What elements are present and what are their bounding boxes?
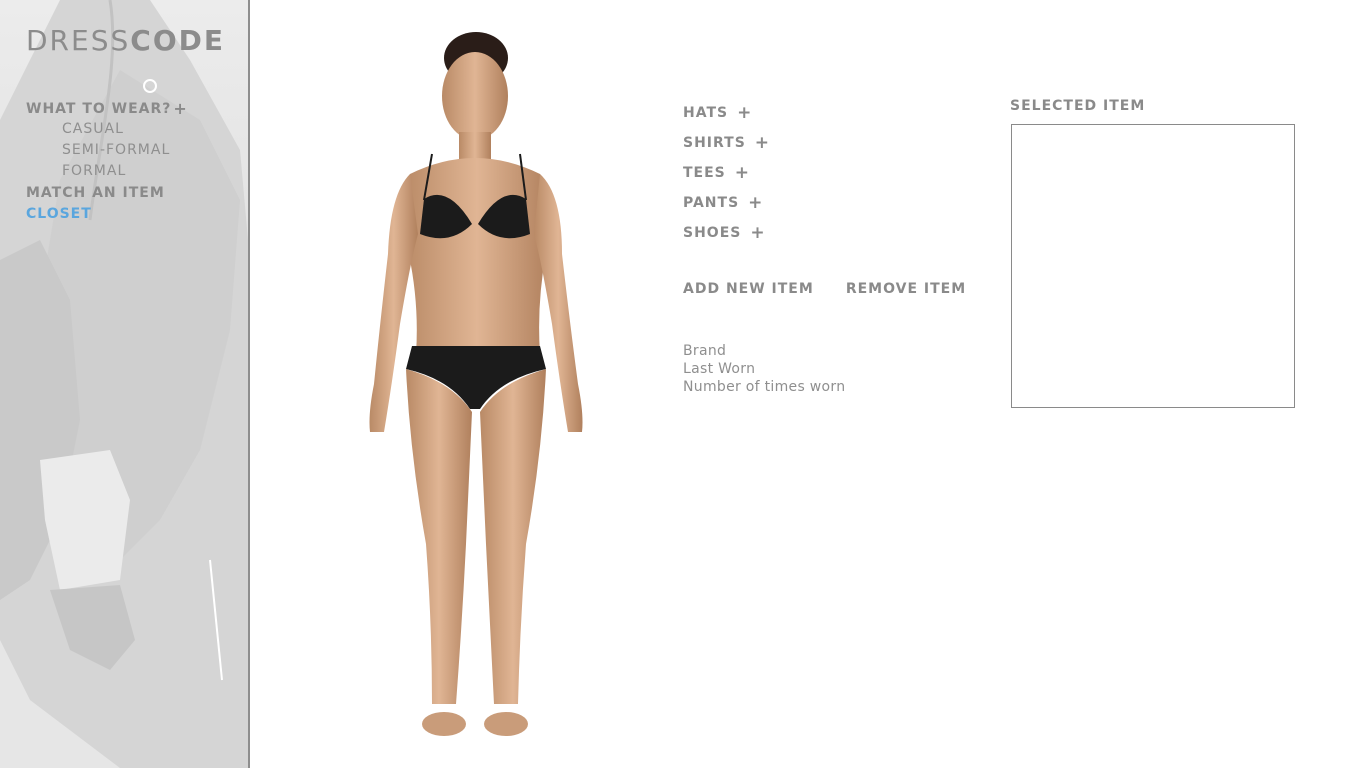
category-pants[interactable]: PANTS + [683,188,770,218]
plus-icon[interactable]: + [750,223,765,243]
plus-icon[interactable]: + [737,103,752,123]
nav-subitem-semi-formal[interactable]: SEMI-FORMAL [62,140,236,161]
nav-item-what-to-wear[interactable]: WHAT TO WEAR? + [26,98,236,119]
add-new-item-button[interactable]: ADD NEW ITEM [683,281,814,297]
nav-subitem-casual[interactable]: CASUAL [62,119,236,140]
detail-brand: Brand [683,343,727,359]
item-actions: ADD NEW ITEM REMOVE ITEM [683,281,966,297]
sidebar-nav: WHAT TO WEAR? + CASUAL SEMI-FORMAL FORMA… [26,98,236,224]
logo-light-text: DRESS [26,24,131,57]
mannequin-figure [369,32,583,736]
category-tees[interactable]: TEES + [683,158,770,188]
category-label: HATS [683,105,729,121]
detail-last-worn: Last Worn [683,361,756,377]
app-window: DRESSCODE WHAT TO WEAR? + CASUAL SEMI-FO… [0,0,1366,768]
app-logo[interactable]: DRESSCODE [26,24,225,57]
category-hats[interactable]: HATS + [683,98,770,128]
category-shoes[interactable]: SHOES + [683,218,770,248]
category-shirts[interactable]: SHIRTS + [683,128,770,158]
plus-icon: + [173,98,188,118]
nav-subitem-formal[interactable]: FORMAL [62,161,236,182]
selected-item-heading: SELECTED ITEM [1010,98,1146,114]
category-label: SHOES [683,225,742,241]
nav-item-label: MATCH AN ITEM [26,184,165,201]
item-details: Brand Last Worn Number of times worn [683,342,845,396]
category-label: SHIRTS [683,135,746,151]
plus-icon[interactable]: + [748,193,763,213]
nav-item-closet[interactable]: CLOSET [26,203,236,224]
remove-item-button[interactable]: REMOVE ITEM [846,281,966,297]
nav-item-label: WHAT TO WEAR? [26,100,172,117]
sidebar: DRESSCODE WHAT TO WEAR? + CASUAL SEMI-FO… [0,0,250,768]
category-list: HATS + SHIRTS + TEES + PANTS + SHOES + [683,98,770,248]
plus-icon[interactable]: + [755,133,770,153]
model-figure [340,24,610,744]
nav-item-label: CLOSET [26,205,92,222]
detail-times-worn: Number of times worn [683,379,846,395]
selected-item-box [1011,124,1295,408]
logo-bold-text: CODE [130,24,225,57]
nav-item-match-an-item[interactable]: MATCH AN ITEM [26,182,236,203]
plus-icon[interactable]: + [735,163,750,183]
category-label: TEES [683,165,726,181]
category-label: PANTS [683,195,740,211]
